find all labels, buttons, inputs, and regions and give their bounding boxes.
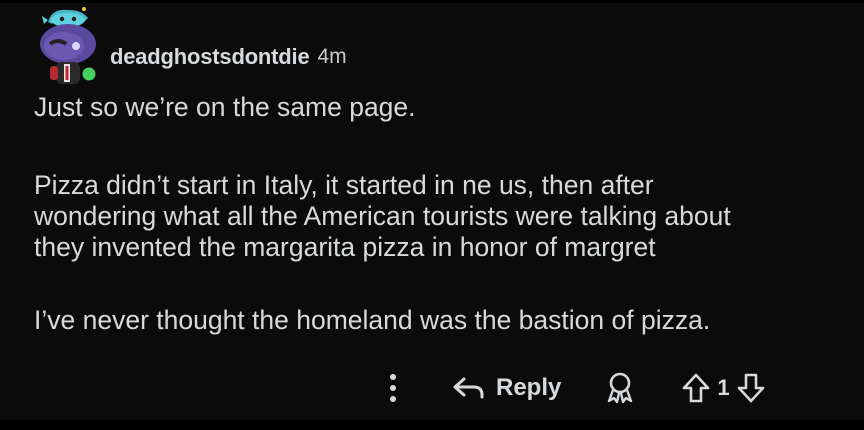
username-link[interactable]: deadghostsdontdie (110, 44, 310, 70)
vote-controls: 1 (681, 372, 765, 404)
comment-actions: Reply 1 (378, 368, 766, 408)
reply-label: Reply (496, 374, 562, 401)
comment-body: Just so we’re on the same page. Pizza di… (34, 92, 834, 378)
more-options-button[interactable] (378, 370, 408, 406)
comment-paragraph: I’ve never thought the homeland was the … (34, 305, 711, 335)
online-indicator (82, 67, 96, 81)
upvote-arrow-icon (683, 373, 710, 403)
award-icon (608, 372, 633, 404)
bottom-edge (0, 420, 864, 430)
comment-header: deadghostsdontdie 4m (110, 44, 347, 70)
comment-paragraph: Pizza didn’t start in Italy, it started … (34, 170, 731, 262)
snoo-avatar-icon (40, 7, 98, 84)
reply-arrow-icon (453, 377, 484, 399)
top-edge (0, 0, 864, 3)
user-avatar[interactable] (34, 6, 102, 86)
award-button[interactable] (603, 370, 637, 406)
upvote-button[interactable] (681, 372, 711, 404)
downvote-arrow-icon (737, 373, 764, 403)
more-vertical-icon (390, 374, 396, 402)
comment-paragraph: Just so we’re on the same page. (34, 92, 416, 122)
vote-count: 1 (717, 375, 730, 400)
downvote-button[interactable] (736, 372, 766, 404)
comment-timestamp: 4m (317, 45, 347, 68)
reply-button[interactable]: Reply (452, 374, 561, 402)
